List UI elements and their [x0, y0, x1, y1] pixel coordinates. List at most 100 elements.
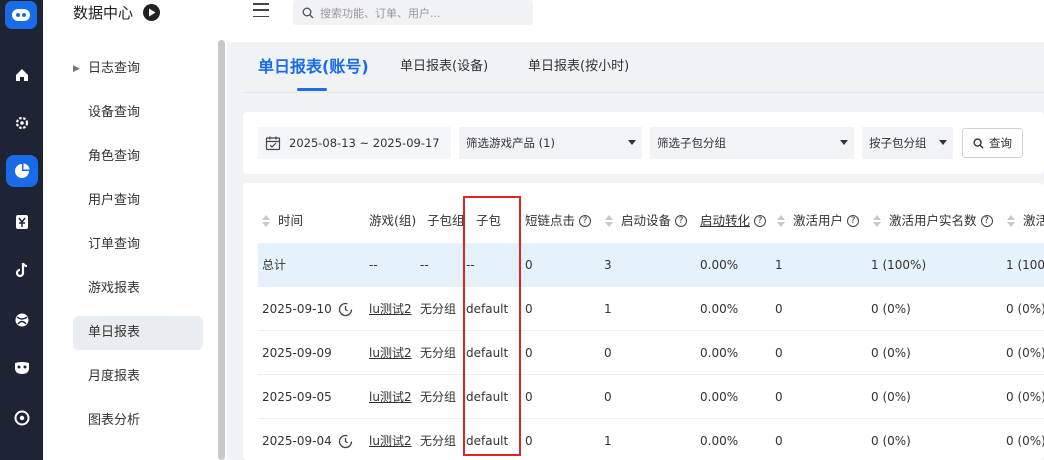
tab-daily-device[interactable]: 单日报表(设备) — [400, 55, 488, 74]
history-icon[interactable] — [338, 302, 353, 317]
cell-launch-conversion: 0.00% — [700, 346, 739, 360]
cell-short-link-clicks: 0 — [525, 390, 533, 404]
sidebar-item-monthly-report[interactable]: 月度报表 — [73, 360, 203, 394]
cell-activated-users: 0 — [775, 434, 783, 448]
cell-short-link-clicks: 0 — [525, 302, 533, 316]
sidebar-scrollbar[interactable] — [218, 40, 225, 460]
chevron-down-icon — [840, 140, 848, 145]
tab-daily-hourly[interactable]: 单日报表(按小时) — [528, 55, 629, 74]
analytics-gear-icon[interactable] — [0, 106, 43, 140]
help-icon[interactable]: ? — [579, 215, 592, 227]
subpackage-group-select[interactable]: 筛选子包分组 — [650, 127, 854, 159]
home-icon[interactable] — [0, 58, 43, 92]
cell-game-link[interactable]: lu测试2 — [369, 331, 412, 375]
cell-game-link[interactable]: lu测试2 — [369, 419, 412, 460]
date-range-value: 2025-08-13 ~ 2025-09-17 — [289, 136, 440, 150]
sidebar-item-label: 月度报表 — [88, 369, 141, 384]
tiktok-icon[interactable] — [0, 253, 43, 287]
cell-activated-realname: 0 (0%) — [871, 434, 911, 448]
cell-launch-devices: 0 — [604, 390, 612, 404]
sidebar-item-log-query[interactable]: ▶ 日志查询 — [73, 52, 203, 86]
menu-header: 数据中心 — [73, 0, 161, 24]
table-header: 时间 游戏(组) 子包组 子包 短链点击? 启动设备? 启动转化? 激活用户? … — [258, 199, 1044, 243]
header-time[interactable]: 时间 — [262, 199, 303, 243]
sort-icon[interactable] — [1007, 215, 1015, 227]
cell-launch-devices: 1 — [604, 302, 612, 316]
subpackage-group-value: 筛选子包分组 — [657, 136, 726, 150]
table-row: 2025-09-09 lu测试2 无分组 default 0 0 0.00% 0… — [258, 331, 1044, 375]
group-by-select[interactable]: 按子包分组 — [862, 127, 953, 159]
header-label[interactable]: 启动转化 — [700, 199, 750, 243]
data-center-icon[interactable] — [0, 154, 43, 188]
cell-subgroup: 无分组 — [420, 434, 457, 448]
cell-short-link-clicks: 0 — [525, 346, 533, 360]
help-icon[interactable]: ? — [675, 215, 688, 227]
cell-activated-truncated: 0 (0%) — [1006, 434, 1044, 448]
sidebar-item-role-query[interactable]: 角色查询 — [73, 140, 203, 174]
sort-icon[interactable] — [873, 215, 881, 227]
header-label: 激活 — [1023, 213, 1044, 228]
cell-activated-truncated: 0 (0%) — [1006, 390, 1044, 404]
tab-daily-account[interactable]: 单日报表(账号) — [258, 53, 369, 77]
cell-game-link[interactable]: lu测试2 — [369, 375, 412, 419]
cell-game-link[interactable]: lu测试2 — [369, 287, 412, 331]
report-tabs: 单日报表(账号) 单日报表(设备) 单日报表(按小时) — [243, 55, 1044, 92]
cell-date: 2025-09-10 — [262, 302, 332, 316]
cell-date: 2025-09-09 — [262, 346, 332, 360]
cell-time: 2025-09-10 — [262, 287, 353, 331]
cell-game: -- — [369, 258, 378, 272]
header-label: 激活用户实名数 — [889, 213, 977, 228]
header-activated-truncated[interactable]: 激活 — [1007, 199, 1044, 243]
sidebar-item-chart-analysis[interactable]: 图表分析 — [73, 404, 203, 438]
sidebar-item-label: 游戏报表 — [88, 281, 141, 296]
search-input[interactable]: 搜索功能、订单、用户... — [293, 0, 533, 25]
cell-subgroup: 无分组 — [420, 390, 457, 404]
sidebar-item-user-query[interactable]: 用户查询 — [73, 184, 203, 218]
sidebar-item-label: 日志查询 — [88, 61, 141, 76]
sidebar-item-label: 角色查询 — [88, 149, 141, 164]
group-by-value: 按子包分组 — [869, 136, 927, 150]
date-range-picker[interactable]: 2025-08-13 ~ 2025-09-17 — [258, 127, 451, 159]
header-launch-conversion[interactable]: 启动转化? — [700, 199, 767, 243]
game-product-select[interactable]: 筛选游戏产品 (1) — [459, 127, 642, 159]
header-label: 子包组 — [427, 213, 465, 228]
history-icon[interactable] — [338, 434, 353, 449]
icon-rail — [0, 0, 43, 460]
header-label: 时间 — [278, 213, 304, 228]
sidebar-item-order-query[interactable]: 订单查询 — [73, 228, 203, 262]
cell-activated-truncated: 0 (0%) — [1006, 346, 1044, 360]
top-bar: 搜索功能、订单、用户... — [227, 0, 1044, 42]
settings-icon[interactable] — [0, 401, 43, 435]
network-icon[interactable] — [0, 303, 43, 337]
header-label: 激活用户 — [793, 213, 844, 228]
app-logo-icon[interactable] — [5, 1, 37, 29]
table-row: 2025-09-04 lu测试2 无分组 default 0 1 0.00% 0… — [258, 419, 1044, 460]
sidebar-item-device-query[interactable]: 设备查询 — [73, 96, 203, 130]
cell-activated-users: 0 — [775, 346, 783, 360]
header-activated-users[interactable]: 激活用户? — [777, 199, 860, 243]
cell-launch-conversion: 0.00% — [700, 258, 739, 272]
sort-icon[interactable] — [605, 215, 613, 227]
sidebar-item-daily-report[interactable]: 单日报表 — [73, 316, 203, 350]
query-button-label: 查询 — [989, 136, 1012, 150]
sort-icon[interactable] — [262, 215, 270, 227]
tabs-divider — [243, 92, 1044, 93]
currency-icon[interactable] — [0, 205, 43, 239]
header-activated-realname[interactable]: 激活用户实名数? — [873, 199, 993, 243]
cell-activated-realname: 0 (0%) — [871, 302, 911, 316]
search-icon — [302, 7, 314, 18]
help-icon[interactable]: ? — [980, 215, 993, 227]
sort-icon[interactable] — [777, 215, 785, 227]
cell-activated-realname: 0 (0%) — [871, 346, 911, 360]
menu-toggle-icon[interactable] — [253, 3, 269, 17]
header-launch-devices[interactable]: 启动设备? — [605, 199, 688, 243]
active-tab-indicator — [297, 88, 327, 91]
play-icon[interactable] — [143, 3, 161, 21]
help-icon[interactable]: ? — [847, 215, 860, 227]
header-game: 游戏(组) — [369, 199, 416, 243]
query-button[interactable]: 查询 — [962, 128, 1023, 158]
mask-icon[interactable] — [0, 351, 43, 385]
cell-subgroup: 无分组 — [420, 302, 457, 316]
sidebar-item-game-report[interactable]: 游戏报表 — [73, 272, 203, 306]
help-icon[interactable]: ? — [754, 215, 767, 227]
